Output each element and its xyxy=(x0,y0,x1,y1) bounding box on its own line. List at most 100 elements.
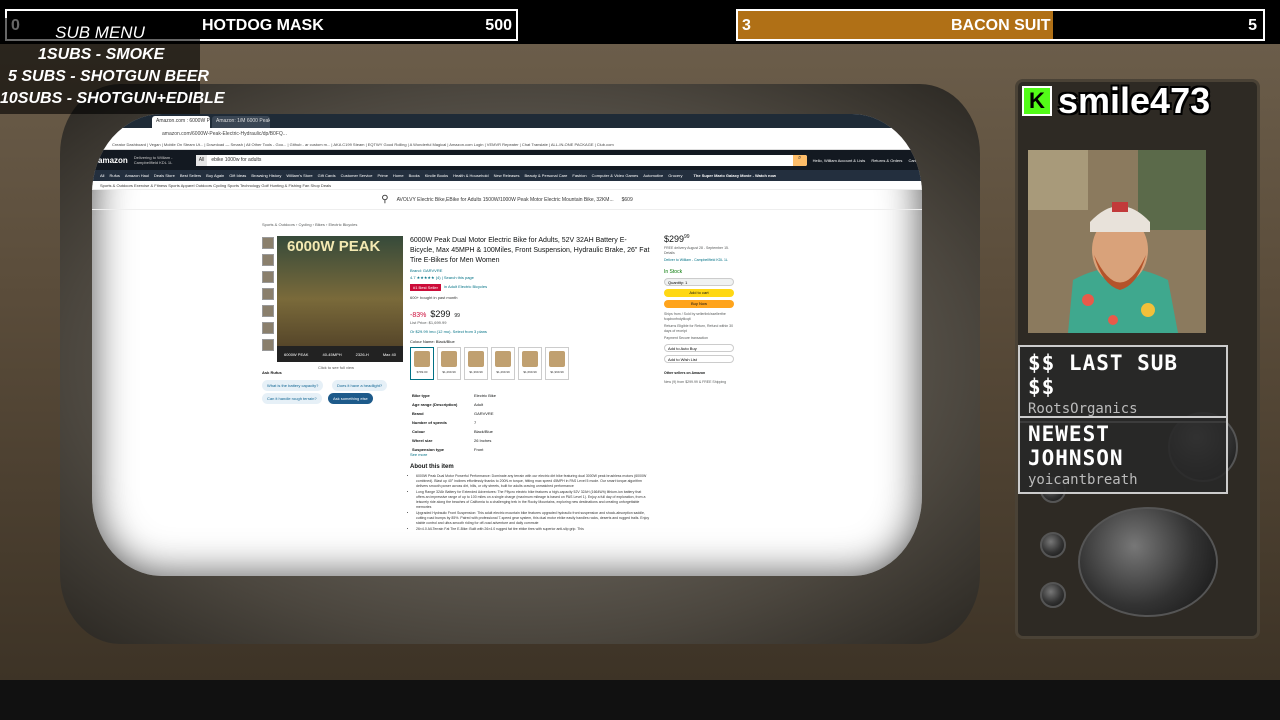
deliver-to-link[interactable]: Deliver to William - Campbellfield KDL 1… xyxy=(664,258,734,263)
buybox-price: $29999 xyxy=(664,234,734,244)
bookmarks-bar[interactable]: Creator Dashboard | Vegan | Mobile On St… xyxy=(92,140,922,150)
buy-now-button[interactable]: Buy Now xyxy=(664,300,734,308)
nav-item[interactable]: William's Store xyxy=(286,173,312,178)
account-menu[interactable]: Hello, William Account & Lists xyxy=(813,158,866,163)
newest-heading: NEWEST JOHNSON xyxy=(1028,422,1124,470)
spec-row: Number of speeds 7 xyxy=(412,419,496,426)
browser-tab[interactable]: Amazon.com : 6000W Peak Dual xyxy=(152,116,210,128)
search-icon[interactable]: ⌕ xyxy=(792,154,807,166)
thumbnail[interactable] xyxy=(262,271,274,283)
breadcrumb[interactable]: Sports & Outdoors › Cycling › Bikes › El… xyxy=(262,222,357,227)
newest-box: NEWEST JOHNSON yoicantbreath xyxy=(1018,416,1228,494)
click-full-view[interactable]: Click to see full view xyxy=(318,365,354,370)
thumbnail[interactable] xyxy=(262,288,274,300)
about-item: Upgraded Hydraulic Front Suspension: Thi… xyxy=(416,511,650,526)
browser-tab[interactable]: Amazon: 1/M 6000 Peak Dual Bike xyxy=(212,116,270,128)
spec-value: Electric Bike xyxy=(474,393,497,398)
rufus-question[interactable]: Can it handle rough terrain? xyxy=(262,393,322,404)
price: $299 xyxy=(430,309,451,319)
spec-key: Wheel size xyxy=(412,438,433,443)
quantity-select[interactable]: Quantity: 1 xyxy=(664,278,734,286)
about-heading: About this item xyxy=(410,464,454,470)
nav-item[interactable]: Computer & Video Games xyxy=(592,173,639,178)
ad-text[interactable]: AVOLVY Electric Bike,EBike for Adults 15… xyxy=(397,197,614,203)
nav-item[interactable]: Beauty & Personal Care xyxy=(524,173,567,178)
nav-item[interactable]: Fashion xyxy=(572,173,586,178)
nav-item[interactable]: Gift Cards xyxy=(318,173,336,178)
search-input[interactable]: All ebike 1000w for adults ⌕ xyxy=(195,154,807,166)
spec-row: Brand GARVVRE xyxy=(412,410,496,417)
last-sub-box: $$ LAST SUB $$ RootsOrganics xyxy=(1018,345,1228,423)
image-spec-strip: 6000W PEAK 40-45MPH 2326-H Max 40 xyxy=(277,346,403,362)
category-subnav[interactable]: Sports & Outdoors Exercise & Fitness Spo… xyxy=(92,181,922,190)
orders-link[interactable]: Returns & Orders xyxy=(871,158,902,163)
about-item: 6000W Peak Dual Motor Powerful Performan… xyxy=(416,474,650,489)
search-scope[interactable]: All xyxy=(195,154,208,166)
thumbnail[interactable] xyxy=(262,254,274,266)
nav-item[interactable]: Automotive xyxy=(643,173,663,178)
amazon-logo[interactable]: amazon xyxy=(98,156,128,165)
variant-option[interactable]: $799.00 xyxy=(410,347,434,380)
variant-option[interactable]: $1,999.99 xyxy=(545,347,569,380)
rating[interactable]: 4.7 ★★★★★ (4) | Search this page xyxy=(410,275,474,280)
best-seller-category[interactable]: in Adult Electric Bicycles xyxy=(444,284,487,289)
spec-value: Front xyxy=(474,447,484,452)
nav-item[interactable]: Deals Store xyxy=(154,173,175,178)
image-spec: Max 40 xyxy=(382,351,396,357)
see-more-link[interactable]: See more xyxy=(410,452,427,457)
nav-item[interactable]: Gift Ideas xyxy=(229,173,246,178)
variant-option[interactable]: $1,699.99 xyxy=(518,347,542,380)
variant-option[interactable]: $1,299.99 xyxy=(437,347,461,380)
nav-item[interactable]: Buy Again xyxy=(206,173,224,178)
nav-item[interactable]: Books xyxy=(409,173,420,178)
dial-knob xyxy=(1078,507,1218,617)
amazon-nav: All Rufus Amazon Haul Deals Store Best Selle… xyxy=(92,170,922,181)
spec-value: Adult xyxy=(474,402,484,407)
list-price: List Price: $1,699.99 xyxy=(410,320,447,325)
payment-info[interactable]: Payment Secure transaction xyxy=(664,336,734,341)
small-knob xyxy=(1040,532,1066,558)
thumbnail[interactable] xyxy=(262,322,274,334)
nav-item[interactable]: Kindle Books xyxy=(425,173,448,178)
stock-status: In Stock xyxy=(664,269,683,275)
nav-item[interactable]: Home xyxy=(393,173,404,178)
nav-item[interactable]: New Releases xyxy=(494,173,520,178)
variant-option[interactable]: $1,399.99 xyxy=(464,347,488,380)
nav-item[interactable]: Grocery xyxy=(668,173,682,178)
returns-info[interactable]: Returns Eligible for Return, Refund with… xyxy=(664,324,734,334)
ask-something-button[interactable]: Ask something else xyxy=(328,393,373,404)
ask-rufus-heading: Ask Rufus xyxy=(262,370,282,375)
monthly-plan[interactable]: Or $29.99 /mo (12 mo). Select from 3 pla… xyxy=(410,329,487,334)
nav-item[interactable]: Customer Service xyxy=(341,173,373,178)
sponsored-ad[interactable]: ⚲ AVOLVY Electric Bike,EBike for Adults … xyxy=(92,190,922,210)
thumbnail[interactable] xyxy=(262,339,274,351)
product-image[interactable]: 6000W PEAK 6000W PEAK 40-45MPH 2326-H Ma… xyxy=(277,236,403,362)
about-item: Long Range 32Ah Battery for Extended Adv… xyxy=(416,490,650,510)
add-autobuy-button[interactable]: Add to Auto Buy xyxy=(664,344,734,352)
rufus-question[interactable]: Does it have a headlight? xyxy=(332,380,388,391)
deliver-to[interactable]: Delivering to William - Campbellfield KD… xyxy=(134,155,190,165)
nav-promo[interactable]: The Super Mario Galaxy Movie - Watch now xyxy=(693,173,776,178)
cart-icon[interactable]: Cart xyxy=(908,158,916,163)
thumbnail[interactable] xyxy=(262,237,274,249)
new-offers-link[interactable]: New (9) from $299.99 & FREE Shipping xyxy=(664,380,734,385)
add-wishlist-button[interactable]: Add to Wish List xyxy=(664,355,734,363)
add-to-cart-button[interactable]: Add to cart xyxy=(664,289,734,297)
nav-item[interactable]: Browsing History xyxy=(251,173,281,178)
other-sellers-heading: Other sellers on Amazon xyxy=(664,371,706,375)
nav-item[interactable]: Best Sellers xyxy=(180,173,201,178)
delivery-info: FREE delivery August 28 - September 15. … xyxy=(664,246,729,255)
thumbnail[interactable] xyxy=(262,305,274,317)
last-sub-value: RootsOrganics xyxy=(1028,401,1138,417)
nav-item[interactable]: All xyxy=(100,173,104,178)
nav-item[interactable]: Amazon Haul xyxy=(125,173,149,178)
nav-item[interactable]: Rufus xyxy=(109,173,119,178)
nav-item[interactable]: Health & Household xyxy=(453,173,489,178)
address-bar[interactable]: amazon.com/6000W-Peak-Electric-Hydraulic… xyxy=(92,128,922,140)
rufus-question[interactable]: What is the battery capacity? xyxy=(262,380,324,391)
spec-value: 7 xyxy=(474,420,477,425)
spec-key: Colour xyxy=(412,429,425,434)
brand-link[interactable]: Brand: GARVVRE xyxy=(410,268,442,273)
nav-item[interactable]: Prime xyxy=(377,173,387,178)
variant-option[interactable]: $1,299.99 xyxy=(491,347,515,380)
